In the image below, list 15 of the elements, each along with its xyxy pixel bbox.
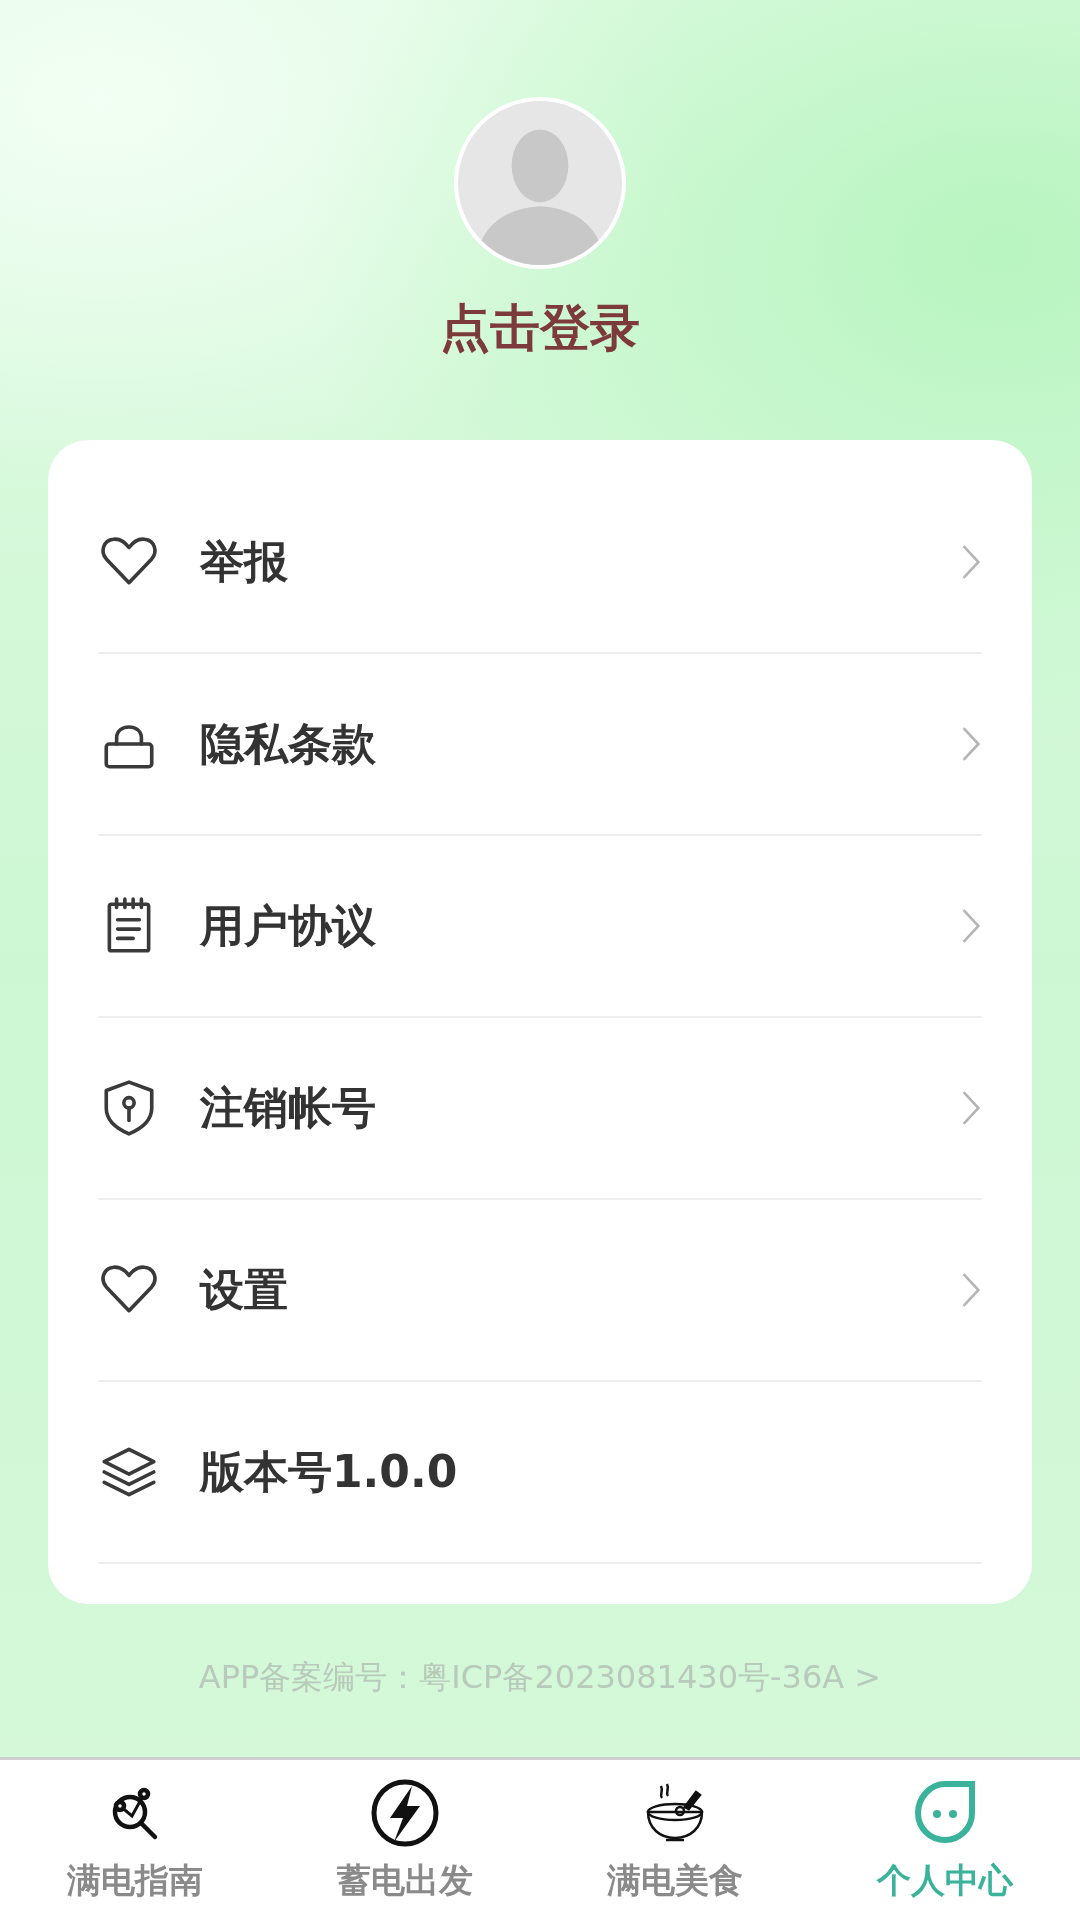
menu-item[interactable]: 用户协议 bbox=[98, 836, 982, 1018]
lightning-icon bbox=[370, 1778, 440, 1848]
menu-label: 版本号1.0.0 bbox=[200, 1444, 459, 1499]
menu-label: 用户协议 bbox=[200, 898, 377, 953]
avatar-icon[interactable] bbox=[454, 97, 626, 269]
menu-item[interactable]: 举报 bbox=[98, 472, 982, 654]
menu-item[interactable]: 注销帐号 bbox=[98, 1018, 982, 1200]
menu-item[interactable]: 版本号1.0.0 bbox=[98, 1382, 982, 1564]
menu-label: 隐私条款 bbox=[200, 716, 377, 771]
menu-label: 举报 bbox=[200, 534, 289, 589]
login-link[interactable]: 点击登录 bbox=[440, 295, 640, 362]
menu-label: 注销帐号 bbox=[200, 1080, 377, 1135]
menu-item[interactable]: 隐私条款 bbox=[98, 654, 982, 836]
menu-label: 设置 bbox=[200, 1262, 289, 1317]
menu-item[interactable]: 设置 bbox=[98, 1200, 982, 1382]
